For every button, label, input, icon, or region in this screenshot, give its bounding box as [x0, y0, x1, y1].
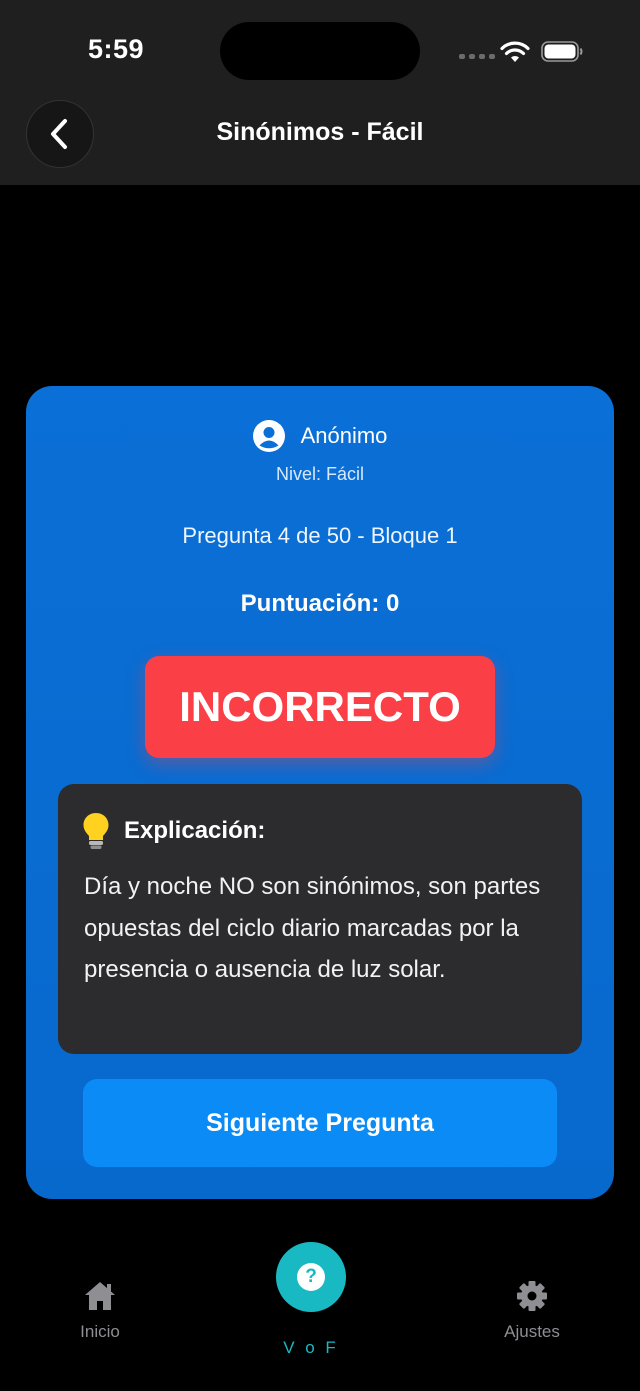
score: Puntuación: 0 — [240, 590, 400, 617]
user-avatar-icon — [252, 420, 285, 452]
explanation-box: Explicación: Día y noche NO son sinónimo… — [58, 784, 582, 1054]
gear-icon — [517, 1281, 547, 1311]
wifi-icon — [500, 41, 530, 62]
user-info: Anónimo — [26, 420, 614, 452]
tab-home[interactable]: Inicio — [50, 1280, 150, 1342]
cellular-signal-icon — [459, 54, 495, 59]
explanation-title: Explicación: — [124, 817, 266, 844]
result-badge: INCORRECTO — [145, 656, 495, 758]
tab-true-false[interactable]: ? V o F — [276, 1242, 346, 1358]
home-icon — [85, 1282, 115, 1310]
tab-bar: Inicio ? V o F Ajustes — [0, 1230, 640, 1391]
dynamic-island — [220, 22, 420, 80]
next-question-button[interactable]: Siguiente Pregunta — [83, 1079, 557, 1167]
user-name: Anónimo — [300, 423, 388, 448]
status-time: 5:59 — [88, 34, 145, 64]
tab-settings-label: Ajustes — [504, 1322, 560, 1341]
navigation-bar: Sinónimos - Fácil — [0, 100, 640, 185]
difficulty-level: Nivel: Fácil — [275, 464, 364, 484]
status-bar: 5:59 — [0, 0, 640, 100]
explanation-text: Día y noche NO son sinónimos, son partes… — [84, 873, 541, 983]
true-false-button[interactable]: ? — [276, 1242, 346, 1312]
explanation-header: Explicación: — [82, 812, 265, 850]
tab-home-label: Inicio — [80, 1322, 120, 1341]
app-header: 5:59 Sinónimos - Fácil — [0, 0, 640, 185]
page-title: Sinónimos - Fácil — [216, 118, 424, 146]
quiz-card: Anónimo Nivel: Fácil Pregunta 4 de 50 - … — [26, 386, 614, 1199]
tab-settings[interactable]: Ajustes — [482, 1280, 582, 1342]
question-progress: Pregunta 4 de 50 - Bloque 1 — [182, 523, 458, 548]
battery-icon — [541, 41, 583, 62]
tab-true-false-label: V o F — [283, 1338, 339, 1357]
question-mark-icon: ? — [297, 1263, 325, 1291]
lightbulb-icon — [83, 813, 109, 849]
